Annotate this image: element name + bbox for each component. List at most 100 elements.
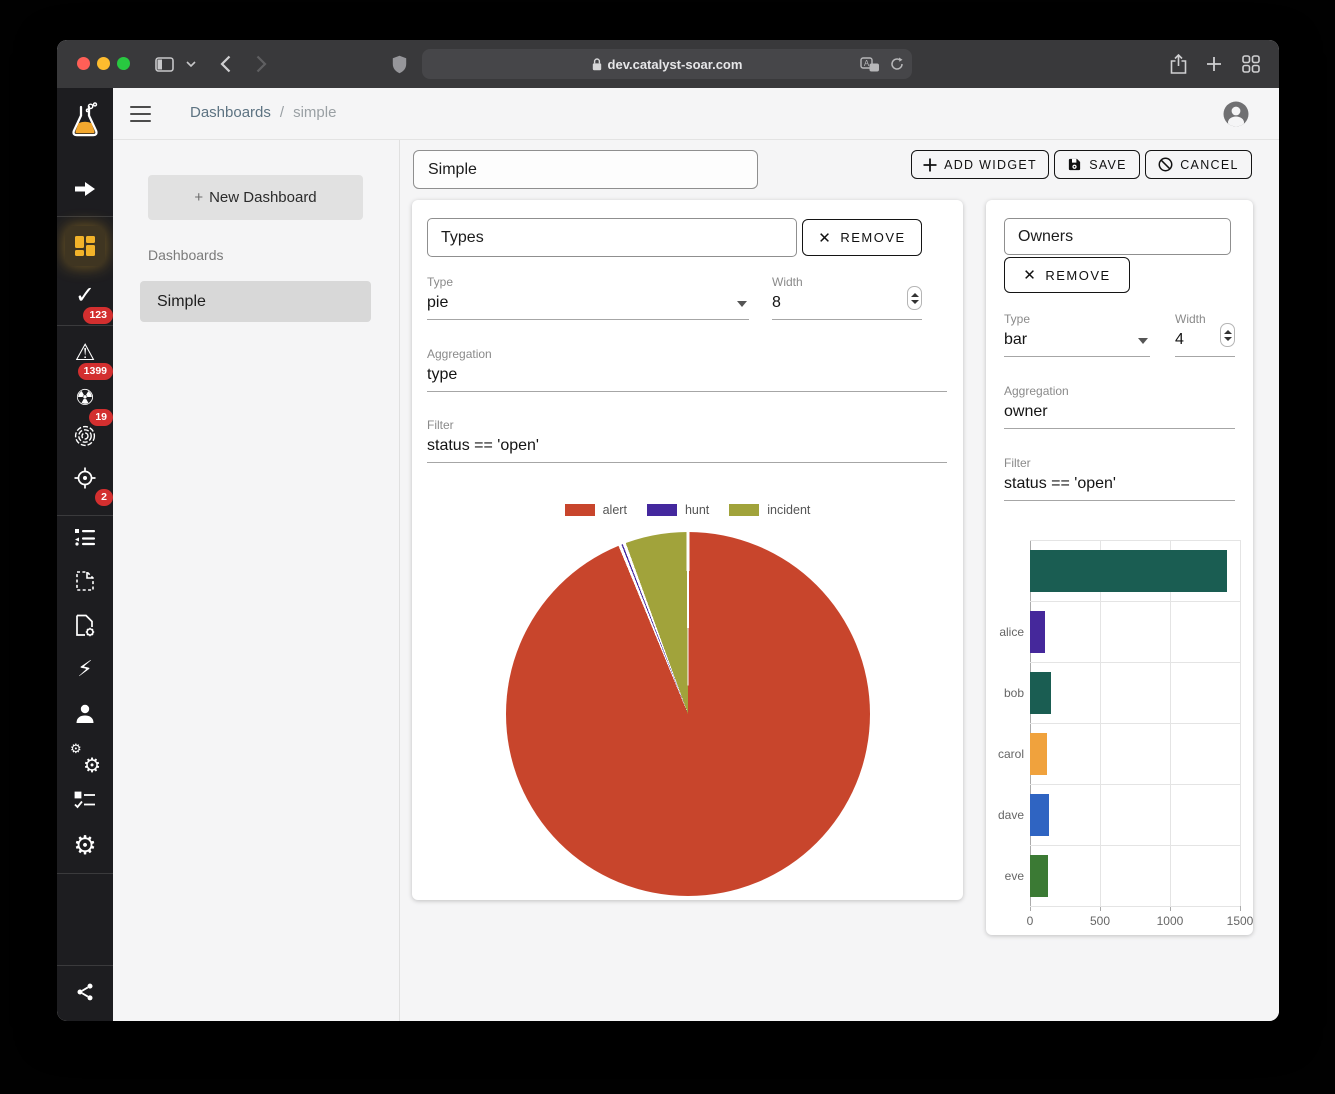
aggregation-input[interactable] — [427, 366, 947, 392]
new-dashboard-button[interactable]: +New Dashboard — [148, 175, 363, 220]
bar-row — [1030, 723, 1240, 784]
dashboard-list-item-simple[interactable]: Simple — [140, 281, 371, 322]
address-bar[interactable]: dev.catalyst-soar.com A — [422, 49, 912, 79]
lock-icon — [592, 58, 602, 71]
reload-icon[interactable] — [890, 57, 904, 72]
save-floppy-icon — [1067, 157, 1082, 172]
widget-type-select[interactable]: Type pie — [427, 275, 749, 320]
gridline — [1030, 906, 1240, 907]
legend-swatch-icon — [565, 504, 595, 516]
list-icon[interactable] — [65, 517, 105, 557]
widget-filter-field[interactable]: Filter — [1004, 456, 1235, 501]
number-stepper[interactable] — [1220, 323, 1235, 347]
crosshair-icon — [73, 466, 97, 490]
pie-legend: alert hunt incident — [412, 503, 963, 517]
y-category-label: carol — [986, 747, 1026, 761]
sidebar-item-incidents[interactable]: ☢ 19 — [65, 378, 105, 418]
close-window-button[interactable] — [77, 57, 90, 70]
browser-window: dev.catalyst-soar.com A — [57, 40, 1279, 1021]
breadcrumb-separator: / — [280, 104, 284, 121]
dashboard-grid-icon — [74, 235, 96, 257]
bar — [1030, 855, 1048, 897]
x-icon: ✕ — [818, 229, 832, 247]
y-category-label: dave — [986, 808, 1026, 822]
gear-icon[interactable]: ⚙ — [65, 825, 105, 865]
widget-title-input[interactable] — [1004, 218, 1231, 255]
bar-ylabels: alicebobcaroldaveeve — [986, 540, 1026, 906]
gears-icon[interactable]: ⚙ ⚙ — [65, 738, 105, 778]
privacy-shield-icon[interactable] — [387, 52, 411, 76]
sidebar-item-hunts[interactable]: 2 — [65, 458, 105, 498]
dashboards-panel: +New Dashboard Dashboards Simple — [113, 140, 400, 1021]
plus-icon — [923, 158, 937, 172]
x-tick-label: 1000 — [1157, 914, 1184, 928]
widget-type-select[interactable]: Type bar — [1004, 312, 1150, 357]
bar-row — [1030, 601, 1240, 662]
bar — [1030, 672, 1051, 714]
catalyst-flask-logo[interactable] — [65, 101, 105, 141]
plus-icon: + — [194, 189, 203, 206]
file-gear-icon[interactable] — [65, 605, 105, 645]
back-icon[interactable] — [213, 52, 237, 76]
chevron-down-icon[interactable] — [179, 52, 203, 76]
remove-widget-button[interactable]: ✕REMOVE — [802, 219, 922, 256]
checklist-icon[interactable] — [65, 780, 105, 820]
warning-triangle-icon: ⚠ — [75, 341, 96, 364]
pie-chart — [506, 532, 870, 896]
widget-filter-field[interactable]: Filter — [427, 418, 947, 463]
user-avatar[interactable] — [1223, 101, 1249, 127]
bar-row — [1030, 784, 1240, 845]
legend-item[interactable]: hunt — [647, 503, 709, 517]
x-tick-label: 0 — [1027, 914, 1034, 928]
legend-label: alert — [603, 503, 627, 517]
widget-width-input[interactable]: Width 8 — [772, 275, 922, 320]
sidebar-item-dashboards[interactable] — [65, 226, 105, 266]
menu-hamburger-icon[interactable] — [130, 104, 151, 124]
bar-row — [1030, 845, 1240, 906]
bar — [1030, 794, 1049, 836]
x-tick-label: 500 — [1090, 914, 1110, 928]
sidebar-item-alerts[interactable]: ⚠ 1399 — [65, 332, 105, 372]
bar-row — [1030, 662, 1240, 723]
cancel-button[interactable]: CANCEL — [1145, 150, 1252, 179]
lightning-icon[interactable]: ⚡ — [65, 649, 105, 689]
dashboard-name-input[interactable] — [413, 150, 758, 189]
hunts-badge: 2 — [95, 489, 113, 506]
filter-input[interactable] — [1004, 475, 1235, 501]
cancel-slash-icon — [1158, 157, 1173, 172]
number-stepper[interactable] — [907, 286, 922, 310]
widget-aggregation-field[interactable]: Aggregation — [427, 347, 947, 392]
sidebar-item-forensics[interactable] — [65, 416, 105, 456]
sidebar-toggle-icon[interactable] — [152, 52, 176, 76]
bar-row — [1030, 540, 1240, 601]
save-button[interactable]: SAVE — [1054, 150, 1140, 179]
browser-titlebar: dev.catalyst-soar.com A — [57, 40, 1279, 88]
widget-aggregation-field[interactable]: Aggregation — [1004, 384, 1235, 429]
forward-icon[interactable] — [249, 52, 273, 76]
minimize-window-button[interactable] — [97, 57, 110, 70]
arrow-right-icon[interactable] — [65, 169, 105, 209]
new-tab-icon[interactable] — [1202, 52, 1226, 76]
user-icon[interactable] — [65, 693, 105, 733]
widget-card-owners: ✕REMOVE Type bar Width 4 — [986, 200, 1253, 935]
aggregation-input[interactable] — [1004, 403, 1235, 429]
zoom-window-button[interactable] — [117, 57, 130, 70]
translate-icon[interactable]: A — [860, 57, 880, 72]
tab-overview-icon[interactable] — [1239, 52, 1263, 76]
legend-item[interactable]: alert — [565, 503, 627, 517]
remove-widget-button[interactable]: ✕REMOVE — [1004, 257, 1130, 293]
share-export-icon[interactable] — [1166, 52, 1190, 76]
breadcrumb-root[interactable]: Dashboards — [190, 104, 271, 121]
chevron-down-icon — [1138, 338, 1148, 344]
add-widget-button[interactable]: ADD WIDGET — [911, 150, 1049, 179]
widget-width-input[interactable]: Width 4 — [1175, 312, 1235, 357]
legend-item[interactable]: incident — [729, 503, 810, 517]
file-dashed-icon[interactable] — [65, 561, 105, 601]
widget-title-input[interactable] — [427, 218, 797, 257]
chevron-down-icon — [737, 301, 747, 307]
legend-swatch-icon — [729, 504, 759, 516]
filter-input[interactable] — [427, 437, 947, 463]
sidebar-item-tasks[interactable]: ✓ 123 — [65, 276, 105, 316]
bar — [1030, 550, 1227, 592]
share-icon[interactable] — [65, 972, 105, 1012]
